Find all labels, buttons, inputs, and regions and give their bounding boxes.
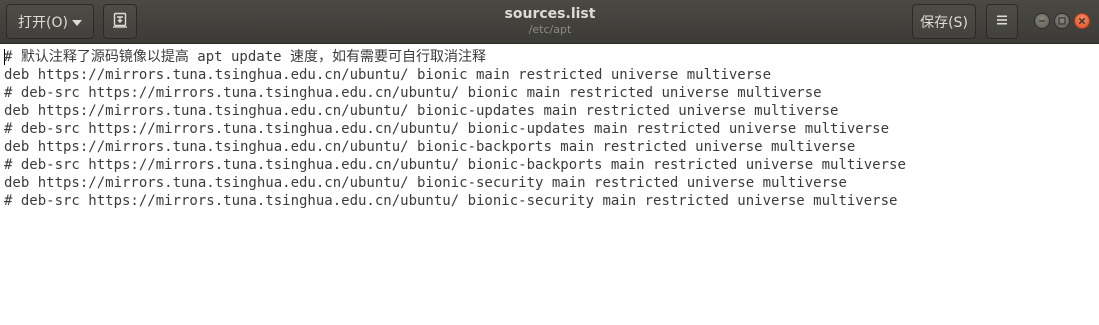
text-editor[interactable]: # 默认注释了源码镜像以提高 apt update 速度，如有需要可自行取消注释… bbox=[0, 44, 1099, 325]
menu-button[interactable] bbox=[986, 4, 1018, 39]
editor-line: # deb-src https://mirrors.tuna.tsinghua.… bbox=[4, 121, 890, 137]
pin-document-button[interactable] bbox=[103, 4, 137, 39]
chevron-down-icon bbox=[71, 14, 82, 30]
editor-line: deb https://mirrors.tuna.tsinghua.edu.cn… bbox=[4, 139, 856, 155]
editor-line: deb https://mirrors.tuna.tsinghua.edu.cn… bbox=[4, 67, 772, 83]
minimize-button[interactable] bbox=[1034, 13, 1050, 29]
close-icon bbox=[1078, 17, 1086, 25]
editor-line: # deb-src https://mirrors.tuna.tsinghua.… bbox=[4, 157, 906, 173]
save-button-label: 保存(S) bbox=[920, 14, 968, 31]
minimize-icon bbox=[1039, 20, 1045, 22]
window-title-block: sources.list /etc/apt bbox=[350, 5, 750, 37]
document-title: sources.list bbox=[504, 6, 596, 22]
editor-line: # deb-src https://mirrors.tuna.tsinghua.… bbox=[4, 193, 898, 209]
open-button-label: 打开(O) bbox=[18, 14, 68, 31]
document-path: /etc/apt bbox=[528, 23, 572, 36]
maximize-icon bbox=[1058, 17, 1066, 25]
editor-line: # deb-src https://mirrors.tuna.tsinghua.… bbox=[4, 85, 822, 101]
editor-line: deb https://mirrors.tuna.tsinghua.edu.cn… bbox=[4, 103, 839, 119]
pin-document-icon bbox=[112, 12, 128, 32]
editor-lines: # 默认注释了源码镜像以提高 apt update 速度，如有需要可自行取消注释… bbox=[4, 48, 906, 210]
header-bar: 打开(O) sources.list /etc/apt 保存(S) bbox=[0, 0, 1099, 44]
editor-line: # 默认注释了源码镜像以提高 apt update 速度，如有需要可自行取消注释 bbox=[4, 49, 487, 65]
open-button[interactable]: 打开(O) bbox=[6, 4, 94, 39]
save-button[interactable]: 保存(S) bbox=[912, 4, 976, 39]
close-button[interactable] bbox=[1074, 13, 1090, 29]
hamburger-menu-icon bbox=[996, 14, 1008, 30]
maximize-button[interactable] bbox=[1054, 13, 1070, 29]
editor-line: deb https://mirrors.tuna.tsinghua.edu.cn… bbox=[4, 175, 847, 191]
